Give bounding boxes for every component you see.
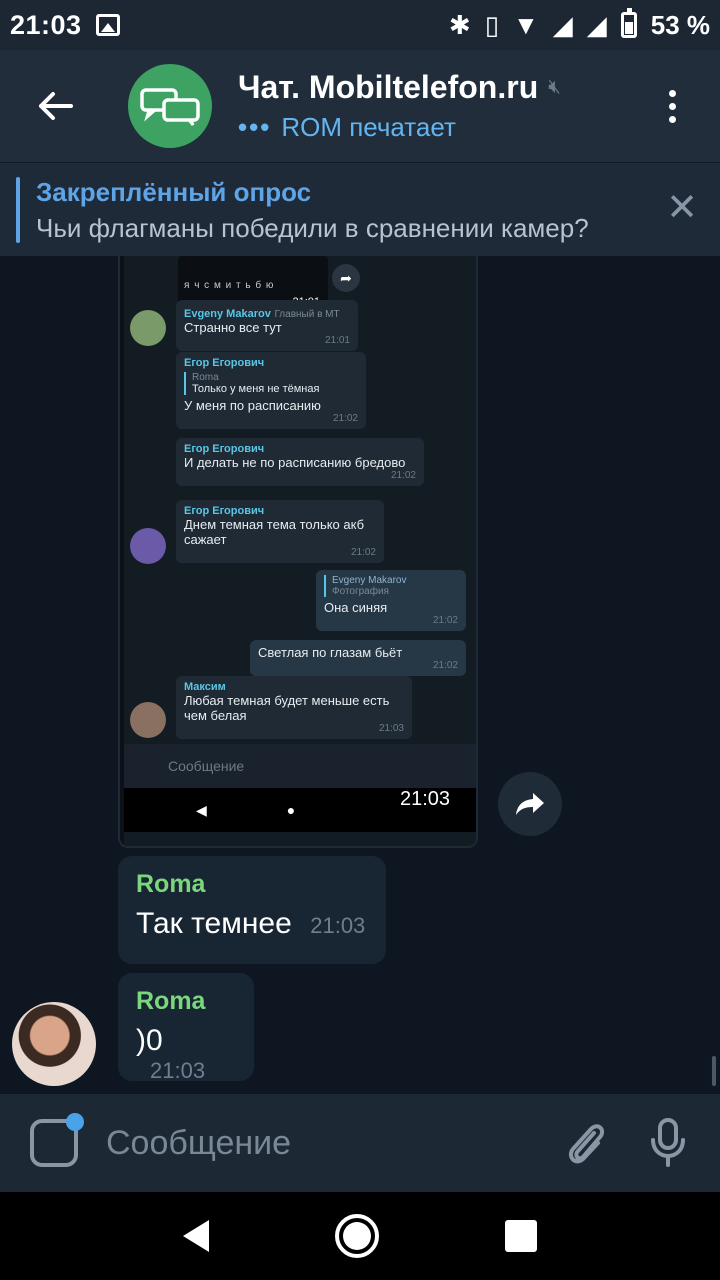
typing-status: ••• ROM печатает — [238, 112, 642, 143]
voice-button[interactable] — [638, 1118, 698, 1168]
avatar[interactable] — [12, 1002, 96, 1086]
mini-input-bar: Сообщение — [124, 744, 476, 788]
photo-time: 21:03 — [400, 788, 451, 810]
mini-avatar — [130, 310, 166, 346]
mini-forward-icon: ➦ — [332, 264, 360, 292]
mini-avatar — [130, 528, 166, 564]
mini-message: Егор Егорович Roma Только у меня не тёмн… — [176, 352, 366, 429]
status-time: 21:03 — [10, 9, 82, 40]
mini-message: Evgeny Makarov Главный в МТ Странно все … — [176, 300, 358, 351]
muted-icon: 🔇︎ — [548, 76, 561, 98]
battery-percent: 53 % — [650, 9, 710, 40]
mini-message: Максим Любая темная будет меньше есть че… — [176, 676, 412, 739]
message-input[interactable]: Сообщение — [106, 1124, 556, 1163]
pinned-title: Закреплённый опрос — [36, 177, 312, 207]
mini-keyboard-letters: я ч с м и т ь б ю — [184, 280, 275, 291]
mini-message: Светлая по глазам бьёт 21:02 — [250, 640, 466, 676]
nav-home-icon[interactable] — [335, 1214, 379, 1258]
scrollbar[interactable] — [712, 1056, 716, 1086]
group-avatar[interactable] — [128, 64, 212, 148]
chat-area[interactable]: я ч с м и т ь б ю 21:01 ➦ Evgeny Makarov… — [0, 256, 720, 1094]
nav-recents-icon[interactable] — [505, 1220, 537, 1252]
message-sender[interactable]: Roma — [136, 987, 236, 1016]
message-sender[interactable]: Roma — [136, 870, 368, 899]
mini-message: Егор Егорович Днем темная тема только ак… — [176, 500, 384, 563]
kebab-dot-icon — [668, 102, 676, 110]
screenshot-image: я ч с м и т ь б ю 21:01 ➦ Evgeny Makarov… — [124, 256, 476, 846]
pinned-text: Чьи флагманы победили в сравнении камер? — [36, 213, 589, 243]
more-menu-button[interactable] — [642, 89, 702, 123]
nav-back-icon[interactable] — [183, 1220, 209, 1252]
system-nav-bar — [0, 1192, 720, 1280]
kebab-dot-icon — [668, 115, 676, 123]
back-button[interactable] — [0, 50, 110, 162]
image-notification-icon — [95, 14, 120, 36]
message-text: )0 — [136, 1024, 163, 1057]
mini-input-placeholder: Сообщение — [168, 758, 245, 774]
message-time: 21:03 — [150, 1058, 206, 1083]
microphone-icon — [651, 1118, 685, 1167]
message-text: Так темнее — [136, 907, 292, 940]
chat-title: Чат. Mobiltelefon.ru — [238, 69, 539, 105]
header-titles[interactable]: Чат. Mobiltelefon.ru 🔇︎ ••• ROM печатает — [238, 69, 642, 143]
attach-button[interactable] — [556, 1119, 616, 1167]
signal-icon: ◢ — [552, 10, 573, 40]
pinned-accent-bar — [16, 177, 20, 243]
chat-bubbles-icon — [140, 88, 200, 126]
message-bubble[interactable]: Roma Так темнее 21:03 — [118, 856, 386, 964]
sticker-button[interactable] — [30, 1113, 84, 1167]
arrow-left-icon — [39, 92, 73, 120]
typing-text: ROM печатает — [281, 112, 456, 142]
battery-icon — [620, 8, 637, 38]
bluetooth-icon: ✱ — [448, 10, 471, 40]
notification-dot-icon — [66, 1113, 84, 1131]
mini-message: Егор Егорович И делать не по расписанию … — [176, 438, 424, 486]
message-time: 21:03 — [310, 913, 366, 938]
message-bubble[interactable]: Roma )0 21:03 — [118, 973, 254, 1083]
kebab-dot-icon — [668, 89, 676, 97]
signal-2-icon: ◢ — [586, 10, 607, 40]
mini-message: Evgeny Makarov Фотография Она синяя 21:0… — [316, 570, 466, 631]
typing-dots-icon: ••• — [238, 112, 272, 142]
message-input-bar: Сообщение — [0, 1094, 720, 1192]
status-icons: ✱ ▯ ▼ ◢ ◢ 53 % — [448, 8, 710, 41]
mini-back-icon: ◀ — [196, 801, 207, 818]
chat-header: Чат. Mobiltelefon.ru 🔇︎ ••• ROM печатает — [0, 50, 720, 162]
status-bar: 21:03 ✱ ▯ ▼ ◢ ◢ 53 % — [0, 0, 720, 50]
mini-avatar — [130, 702, 166, 738]
mini-home-icon: ● — [286, 802, 296, 818]
photo-message[interactable]: я ч с м и т ь б ю 21:01 ➦ Evgeny Makarov… — [118, 256, 478, 848]
wifi-icon: ▼ — [513, 10, 539, 40]
close-pinned-button[interactable]: ✕ — [666, 189, 698, 227]
pinned-message[interactable]: Закреплённый опрос Чьи флагманы победили… — [0, 162, 720, 256]
vibrate-icon: ▯ — [484, 10, 499, 40]
forward-button[interactable] — [498, 772, 562, 836]
share-arrow-icon — [516, 793, 544, 815]
paperclip-icon — [568, 1124, 605, 1164]
